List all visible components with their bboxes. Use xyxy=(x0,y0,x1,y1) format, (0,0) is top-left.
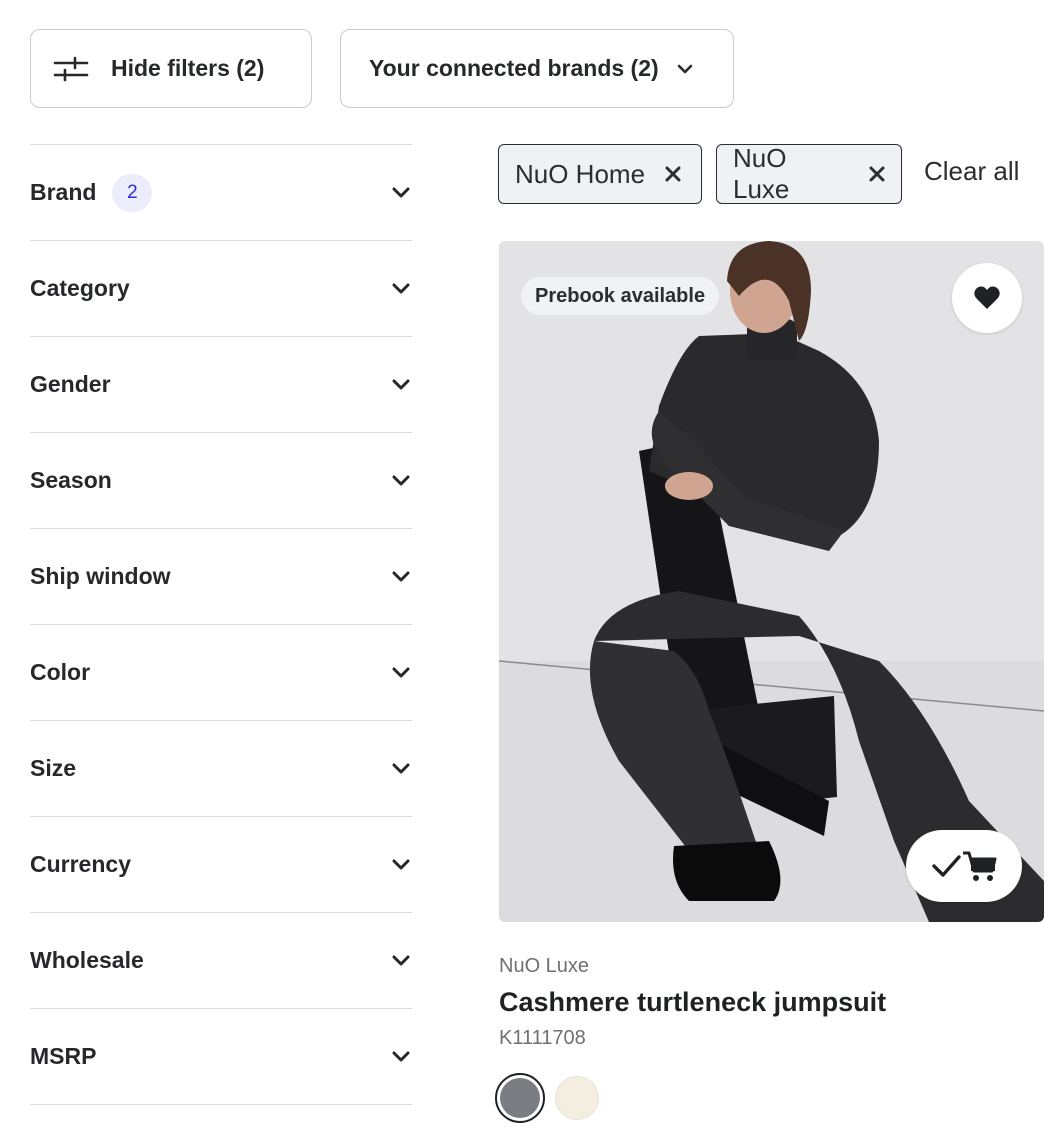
filter-ship-window[interactable]: Ship window xyxy=(30,529,412,625)
filter-color[interactable]: Color xyxy=(30,625,412,721)
filter-label: MSRP xyxy=(30,1043,97,1069)
filter-label: Gender xyxy=(30,371,111,397)
filter-category[interactable]: Category xyxy=(30,241,412,337)
filter-label: Currency xyxy=(30,851,131,877)
chevron-down-icon xyxy=(392,283,410,295)
chevron-down-icon xyxy=(392,187,410,199)
prebook-badge: Prebook available xyxy=(521,277,720,315)
product-title[interactable]: Cashmere turtleneck jumpsuit xyxy=(499,987,886,1018)
clear-all-link[interactable]: Clear all xyxy=(924,156,1019,187)
hide-filters-label: Hide filters (2) xyxy=(111,55,265,81)
filter-count-badge: 2 xyxy=(112,173,153,212)
product-image[interactable]: Prebook available xyxy=(499,241,1044,922)
filter-label: Wholesale xyxy=(30,947,144,973)
filter-gender[interactable]: Gender xyxy=(30,337,412,433)
chevron-down-icon xyxy=(677,64,693,74)
chevron-down-icon xyxy=(392,955,410,967)
close-icon[interactable] xyxy=(869,166,885,182)
product-sku: K1111708 xyxy=(499,1027,586,1049)
chevron-down-icon xyxy=(392,379,410,391)
filter-label: Brand xyxy=(30,179,97,205)
add-to-cart-button[interactable] xyxy=(906,830,1022,902)
chip-label: NuO Luxe xyxy=(733,143,790,204)
color-swatch-selected[interactable] xyxy=(495,1073,545,1123)
filter-label: Color xyxy=(30,659,91,685)
filter-currency[interactable]: Currency xyxy=(30,817,412,913)
filter-label: Season xyxy=(30,467,112,493)
filter-chip-nuo-home[interactable]: NuO Home xyxy=(498,144,702,204)
chevron-down-icon xyxy=(392,475,410,487)
connected-brands-label: Your connected brands (2) xyxy=(369,55,659,81)
filter-msrp[interactable]: MSRP xyxy=(30,1009,412,1105)
product-brand: NuO Luxe xyxy=(499,955,590,977)
filter-season[interactable]: Season xyxy=(30,433,412,529)
filter-brand[interactable]: Brand 2 xyxy=(30,145,412,241)
chevron-down-icon xyxy=(392,667,410,679)
filter-label: Size xyxy=(30,755,77,781)
filter-size[interactable]: Size xyxy=(30,721,412,817)
chevron-down-icon xyxy=(392,1051,410,1063)
filter-label: Ship window xyxy=(30,563,171,589)
connected-brands-dropdown[interactable]: Your connected brands (2) xyxy=(340,29,734,108)
cart-check-icon xyxy=(931,849,997,883)
chevron-down-icon xyxy=(392,859,410,871)
filter-label: Category xyxy=(30,275,130,301)
filter-wholesale[interactable]: Wholesale xyxy=(30,913,412,1009)
product-photo-illustration xyxy=(499,241,1044,922)
filter-sidebar: Brand 2 Category Gender Season Ship wind… xyxy=(30,144,412,1105)
favorite-button[interactable] xyxy=(952,263,1022,333)
hide-filters-button[interactable]: Hide filters (2) xyxy=(30,29,312,108)
chevron-down-icon xyxy=(392,763,410,775)
chip-label: NuO Home xyxy=(515,158,646,189)
sliders-icon xyxy=(53,56,89,82)
close-icon[interactable] xyxy=(665,166,681,182)
filter-chip-nuo-luxe[interactable]: NuO Luxe xyxy=(716,143,902,204)
swatch-fill xyxy=(500,1078,540,1118)
color-swatch[interactable] xyxy=(555,1076,599,1120)
chevron-down-icon xyxy=(392,571,410,583)
heart-icon xyxy=(973,285,1001,311)
